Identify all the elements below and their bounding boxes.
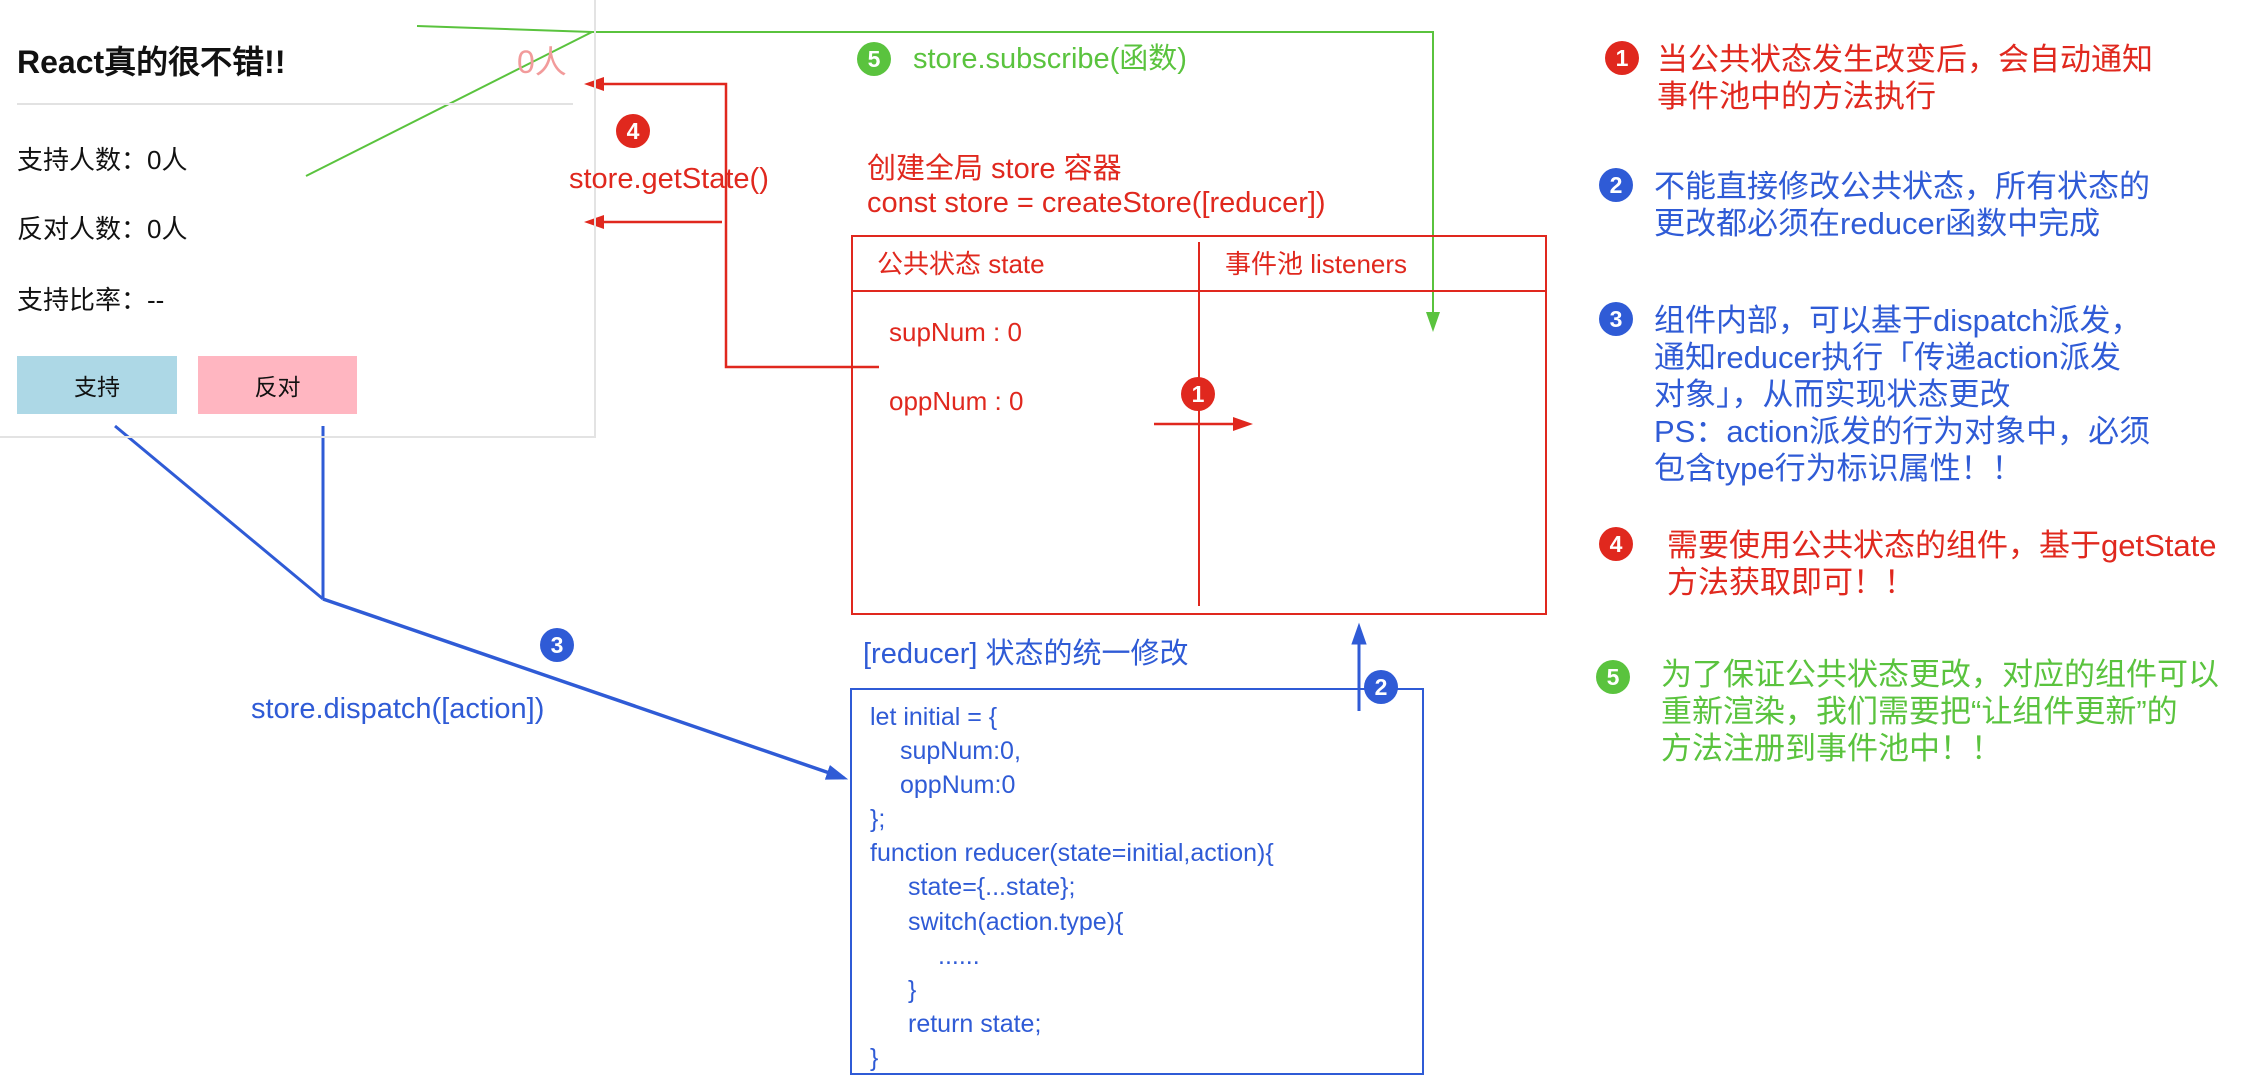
code-line: oppNum:0 — [900, 771, 1016, 800]
state-item-supnum: supNum : 0 — [889, 317, 1022, 347]
code-line: } — [870, 1043, 879, 1072]
note-line: 重新渲染，我们需要把“让组件更新”的 — [1661, 694, 2178, 729]
note-line: 方法注册到事件池中！！ — [1661, 731, 2002, 766]
note-line: 需要使用公共状态的组件，基于getState — [1667, 528, 2217, 563]
note-5: 为了保证公共状态更改，对应的组件可以 重新渲染，我们需要把“让组件更新”的 方法… — [1661, 656, 2219, 767]
note-1: 当公共状态发生改变后，会自动通知 事件池中的方法执行 — [1657, 41, 2153, 115]
store-container: 公共状态 state 事件池 listeners supNum : 0 oppN… — [851, 235, 1547, 615]
note-2: 不能直接修改公共状态，所有状态的 更改都必须在reducer函数中完成 — [1654, 168, 2150, 242]
stat-value: 0人 — [147, 145, 188, 175]
note-1-badge: 1 — [1605, 41, 1639, 75]
note-line: 包含type行为标识属性！！ — [1654, 451, 2023, 486]
code-line: } — [908, 975, 917, 1004]
reducer-code: let initial = { supNum:0, oppNum:0 }; fu… — [852, 700, 1274, 1075]
note-line: 组件内部，可以基于dispatch派发， — [1654, 303, 2142, 338]
note-line: 对象」，从而实现状态更改 — [1654, 377, 2011, 412]
state-item-oppnum: oppNum : 0 — [889, 386, 1024, 416]
stat-value: -- — [147, 285, 165, 315]
get-state-label: store.getState() — [569, 163, 769, 195]
create-store-code: const store = createStore([reducer]) — [867, 187, 1326, 219]
step-1-badge: 1 — [1181, 377, 1215, 411]
support-button[interactable]: 支持 — [17, 356, 177, 414]
code-line: supNum:0, — [900, 737, 1021, 766]
code-line: state={...state}; — [908, 873, 1076, 902]
dispatch-label: store.dispatch([action]) — [251, 693, 545, 725]
stat-label: 支持人数： — [17, 145, 148, 175]
note-line: 当公共状态发生改变后，会自动通知 — [1657, 42, 2153, 77]
dispatch-arrow — [322, 597, 849, 780]
note-4-badge: 4 — [1599, 527, 1633, 561]
note-2-badge: 2 — [1599, 168, 1633, 202]
note-line: 事件池中的方法执行 — [1657, 79, 1936, 114]
code-line: ...... — [938, 941, 980, 970]
code-line: return state; — [908, 1009, 1042, 1038]
state-column-header: 公共状态 state — [877, 249, 1045, 279]
reducer-code-box: let initial = { supNum:0, oppNum:0 }; fu… — [850, 688, 1424, 1075]
note-line: 不能直接修改公共状态，所有状态的 — [1654, 169, 2150, 204]
note-3: 组件内部，可以基于dispatch派发， 通知reducer执行「传递actio… — [1654, 302, 2150, 487]
store-caption: 创建全局 store 容器 — [867, 153, 1122, 185]
store-column-divider — [1198, 242, 1200, 606]
note-line: 通知reducer执行「传递action派发 — [1654, 340, 2121, 375]
note-line: 方法获取即可！！ — [1667, 565, 1915, 600]
step-3-badge: 3 — [540, 628, 574, 662]
redux-flow-diagram: React真的很不错!! 0人 支持人数：0人 反对人数：0人 支持比率：-- … — [0, 0, 2260, 1090]
react-component-card: React真的很不错!! 0人 支持人数：0人 反对人数：0人 支持比率：-- … — [0, 0, 596, 438]
listeners-column-header: 事件池 listeners — [1225, 249, 1408, 279]
code-line: function reducer(state=initial,action){ — [870, 839, 1274, 868]
note-line: PS：action派发的行为对象中，必须 — [1654, 414, 2151, 449]
support-count-row: 支持人数：0人 — [17, 143, 187, 177]
note-4: 需要使用公共状态的组件，基于getState 方法获取即可！！ — [1667, 527, 2216, 601]
step-2-badge: 2 — [1364, 670, 1398, 704]
total-count: 0人 — [517, 44, 567, 80]
card-title: React真的很不错!! — [17, 44, 286, 80]
note-line: 为了保证公共状态更改，对应的组件可以 — [1661, 657, 2219, 692]
note-line: 更改都必须在reducer函数中完成 — [1654, 206, 2101, 241]
oppose-button[interactable]: 反对 — [198, 356, 357, 414]
step-5-badge: 5 — [857, 42, 891, 76]
stat-label: 反对人数： — [17, 214, 148, 244]
code-line: }; — [870, 805, 886, 834]
note-3-badge: 3 — [1599, 302, 1633, 336]
stat-value: 0人 — [147, 214, 188, 244]
support-rate-row: 支持比率：-- — [17, 283, 164, 317]
code-line: switch(action.type){ — [908, 907, 1124, 936]
stat-label: 支持比率： — [17, 285, 148, 315]
step-4-badge: 4 — [616, 114, 650, 148]
subscribe-label: store.subscribe(函数) — [913, 43, 1187, 75]
code-line: let initial = { — [870, 703, 998, 731]
note-5-badge: 5 — [1596, 660, 1630, 694]
card-divider — [17, 103, 573, 105]
oppose-count-row: 反对人数：0人 — [17, 212, 187, 246]
support-dispatch-line — [114, 424, 324, 601]
reducer-title: [reducer] 状态的统一修改 — [863, 638, 1189, 670]
